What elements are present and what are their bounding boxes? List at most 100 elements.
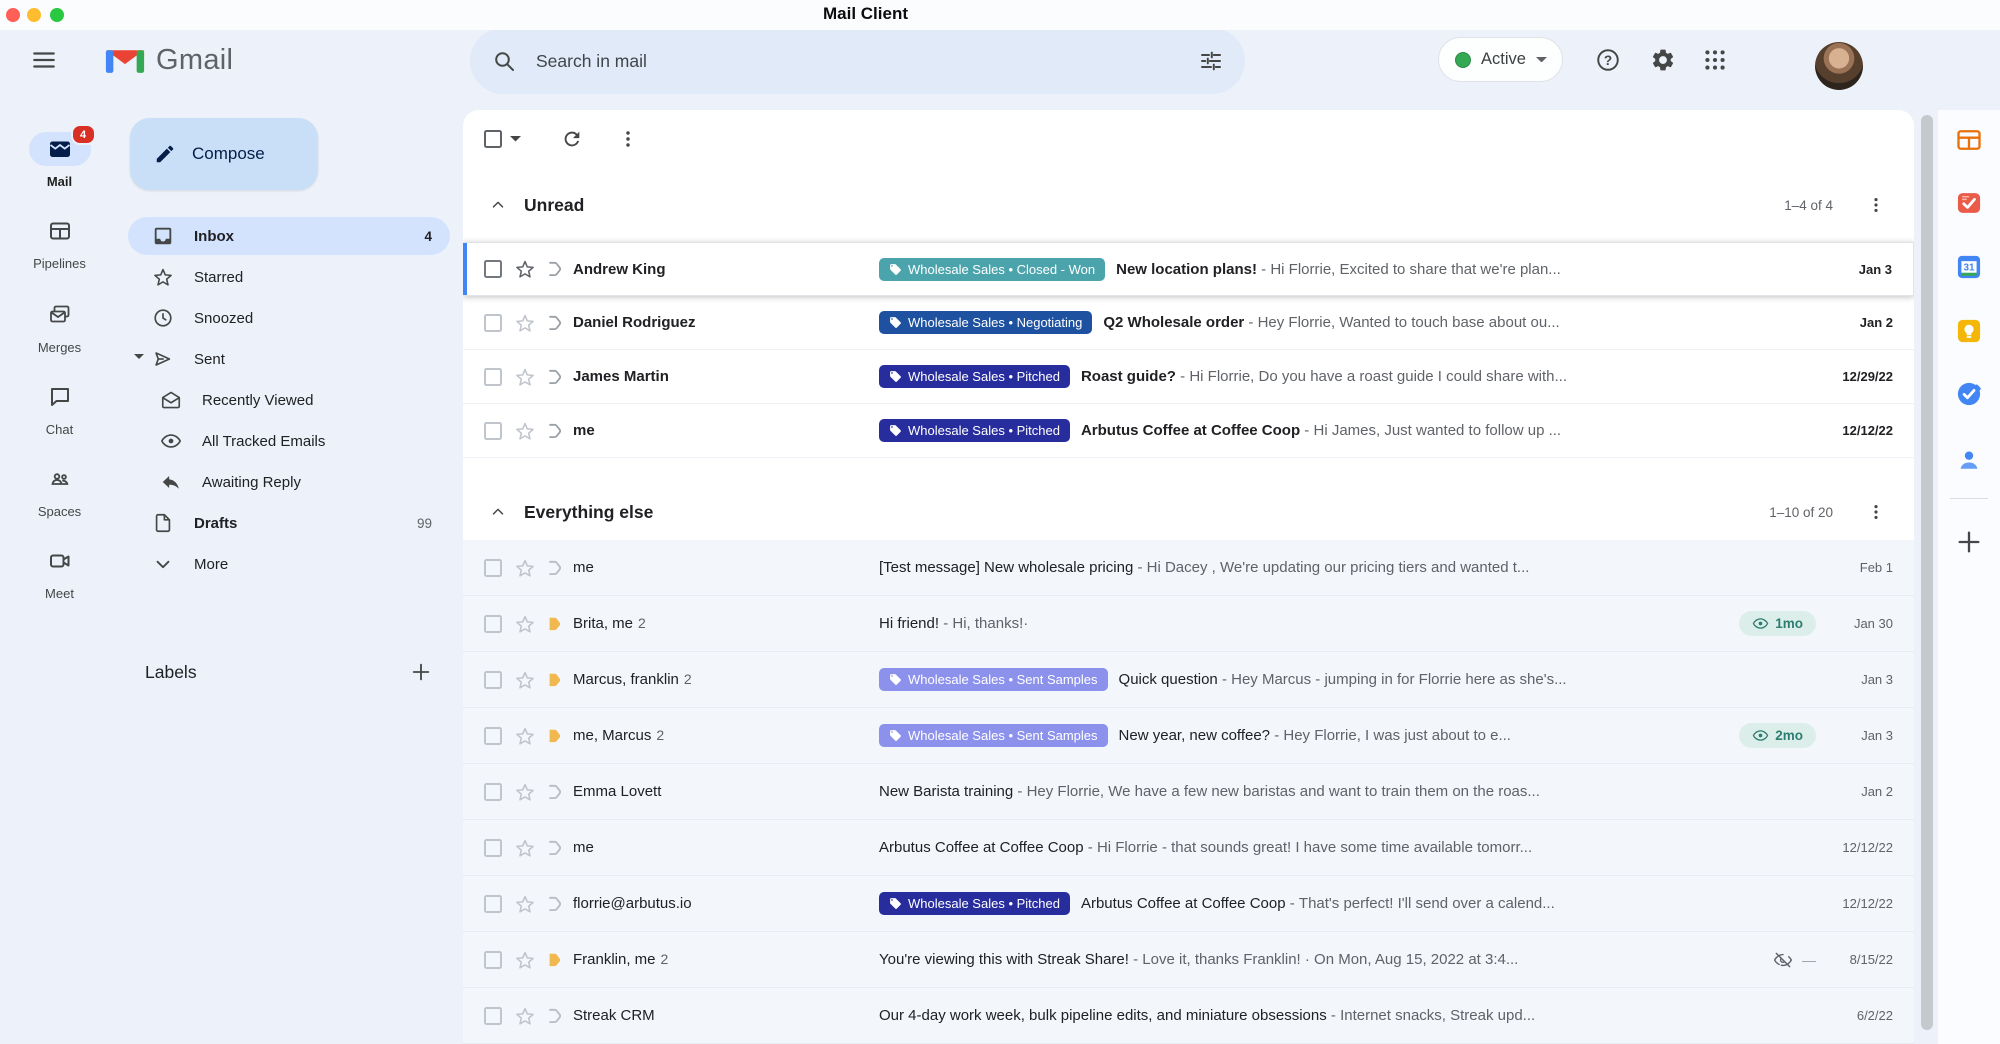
row-checkbox[interactable]	[484, 368, 502, 386]
star-icon[interactable]	[514, 366, 536, 388]
pipeline-stage-label[interactable]: Wholesale Sales • Pitched	[879, 419, 1070, 442]
rail-item-spaces[interactable]: Spaces	[12, 462, 107, 519]
pipeline-stage-label[interactable]: Wholesale Sales • Pitched	[879, 365, 1070, 388]
star-icon[interactable]	[514, 893, 536, 915]
star-icon[interactable]	[514, 613, 536, 635]
gear-icon[interactable]	[1647, 44, 1679, 76]
row-checkbox[interactable]	[484, 559, 502, 577]
compose-button[interactable]: Compose	[130, 118, 318, 190]
mail-row[interactable]: Daniel RodriguezWholesale Sales • Negoti…	[463, 296, 1914, 350]
window-zoom-button[interactable]	[50, 8, 64, 22]
mail-row[interactable]: Franklin, me2You're viewing this with St…	[463, 932, 1914, 988]
sidebar-item-drafts[interactable]: Drafts99	[128, 504, 450, 542]
row-checkbox[interactable]	[484, 1007, 502, 1025]
pipeline-stage-label[interactable]: Wholesale Sales • Sent Samples	[879, 724, 1108, 747]
expander-caret-icon[interactable]	[134, 354, 144, 364]
section-more-kebab-icon[interactable]	[1859, 495, 1893, 529]
streak-addon-icon[interactable]	[1955, 189, 1983, 217]
pipeline-stage-label[interactable]: Wholesale Sales • Negotiating	[879, 311, 1092, 334]
star-icon[interactable]	[514, 258, 536, 280]
star-icon[interactable]	[514, 781, 536, 803]
row-checkbox[interactable]	[484, 951, 502, 969]
row-checkbox[interactable]	[484, 422, 502, 440]
streak-box-tag-icon[interactable]	[545, 950, 565, 970]
mail-row[interactable]: meArbutus Coffee at Coffee Coop - Hi Flo…	[463, 820, 1914, 876]
collapse-section-chevron-up-icon[interactable]	[489, 196, 507, 214]
streak-box-tag-icon[interactable]	[545, 614, 565, 634]
search-options-tune-icon[interactable]	[1191, 41, 1231, 81]
sidebar-item-awaiting-reply[interactable]: Awaiting Reply	[128, 463, 450, 501]
streak-box-tag-icon[interactable]	[545, 726, 565, 746]
star-icon[interactable]	[514, 1005, 536, 1027]
more-options-kebab-icon[interactable]	[609, 120, 647, 158]
star-icon[interactable]	[514, 669, 536, 691]
help-icon[interactable]: ?	[1592, 44, 1624, 76]
select-all-checkbox[interactable]	[484, 130, 502, 148]
row-checkbox[interactable]	[484, 671, 502, 689]
rail-item-merges[interactable]: Merges	[12, 298, 107, 355]
star-icon[interactable]	[514, 725, 536, 747]
star-icon[interactable]	[514, 312, 536, 334]
streak-box-tag-icon[interactable]	[545, 1006, 565, 1026]
streak-box-tag-icon[interactable]	[545, 558, 565, 578]
mail-row[interactable]: me[Test message] New wholesale pricing -…	[463, 540, 1914, 596]
vertical-scrollbar[interactable]	[1921, 115, 1933, 1030]
mail-row[interactable]: Marcus, franklin2Wholesale Sales • Sent …	[463, 652, 1914, 708]
rail-item-chat[interactable]: Chat	[12, 380, 107, 437]
streak-pipelines-icon[interactable]	[1955, 126, 1983, 154]
mail-row[interactable]: Andrew KingWholesale Sales • Closed - Wo…	[463, 242, 1914, 296]
rail-item-pipelines[interactable]: Pipelines	[12, 214, 107, 271]
add-label-plus-icon[interactable]	[405, 656, 437, 688]
section-more-kebab-icon[interactable]	[1859, 188, 1893, 222]
contacts-icon[interactable]	[1955, 446, 1983, 474]
mail-row[interactable]: meWholesale Sales • PitchedArbutus Coffe…	[463, 404, 1914, 458]
streak-box-tag-icon[interactable]	[545, 894, 565, 914]
pipeline-stage-label[interactable]: Wholesale Sales • Closed - Won	[879, 258, 1105, 281]
search-input[interactable]	[534, 50, 1191, 73]
keep-icon[interactable]	[1955, 317, 1983, 345]
search-bar[interactable]	[470, 28, 1245, 94]
window-close-button[interactable]	[6, 8, 20, 22]
calendar-icon[interactable]: 31	[1955, 253, 1983, 281]
mail-row[interactable]: Brita, me2Hi friend! - Hi, thanks!·1moJa…	[463, 596, 1914, 652]
star-icon[interactable]	[514, 557, 536, 579]
user-avatar[interactable]	[1815, 42, 1863, 90]
main-menu-hamburger-icon[interactable]	[29, 46, 59, 74]
apps-grid-icon[interactable]	[1699, 44, 1731, 76]
star-icon[interactable]	[514, 420, 536, 442]
pipeline-stage-label[interactable]: Wholesale Sales • Pitched	[879, 892, 1070, 915]
mail-row[interactable]: me, Marcus2Wholesale Sales • Sent Sample…	[463, 708, 1914, 764]
row-checkbox[interactable]	[484, 895, 502, 913]
mail-row[interactable]: Emma LovettNew Barista training - Hey Fl…	[463, 764, 1914, 820]
rail-item-mail[interactable]: 4Mail	[12, 132, 107, 189]
pipeline-stage-label[interactable]: Wholesale Sales • Sent Samples	[879, 668, 1108, 691]
row-checkbox[interactable]	[484, 727, 502, 745]
sidebar-item-all-tracked-emails[interactable]: All Tracked Emails	[128, 422, 450, 460]
streak-box-tag-icon[interactable]	[545, 367, 565, 387]
streak-box-tag-icon[interactable]	[545, 259, 565, 279]
streak-box-tag-icon[interactable]	[545, 670, 565, 690]
star-icon[interactable]	[514, 837, 536, 859]
star-icon[interactable]	[514, 949, 536, 971]
mail-row[interactable]: James MartinWholesale Sales • PitchedRoa…	[463, 350, 1914, 404]
row-checkbox[interactable]	[484, 615, 502, 633]
sidebar-item-starred[interactable]: Starred	[128, 258, 450, 296]
collapse-section-chevron-up-icon[interactable]	[489, 503, 507, 521]
row-checkbox[interactable]	[484, 839, 502, 857]
sidebar-item-more[interactable]: More	[128, 545, 450, 583]
get-addons-plus-icon[interactable]	[1955, 528, 1983, 556]
select-dropdown-caret-icon[interactable]	[510, 136, 521, 142]
row-checkbox[interactable]	[484, 260, 502, 278]
streak-box-tag-icon[interactable]	[545, 782, 565, 802]
sidebar-item-inbox[interactable]: Inbox4	[128, 217, 450, 255]
streak-status-dropdown[interactable]: Active	[1438, 37, 1563, 82]
streak-box-tag-icon[interactable]	[545, 838, 565, 858]
tasks-icon[interactable]	[1955, 380, 1983, 408]
rail-item-meet[interactable]: Meet	[12, 544, 107, 601]
row-checkbox[interactable]	[484, 314, 502, 332]
row-checkbox[interactable]	[484, 783, 502, 801]
mail-row[interactable]: Streak CRMOur 4-day work week, bulk pipe…	[463, 988, 1914, 1044]
window-minimize-button[interactable]	[27, 8, 41, 22]
streak-box-tag-icon[interactable]	[545, 313, 565, 333]
sidebar-item-sent[interactable]: Sent	[128, 340, 450, 378]
